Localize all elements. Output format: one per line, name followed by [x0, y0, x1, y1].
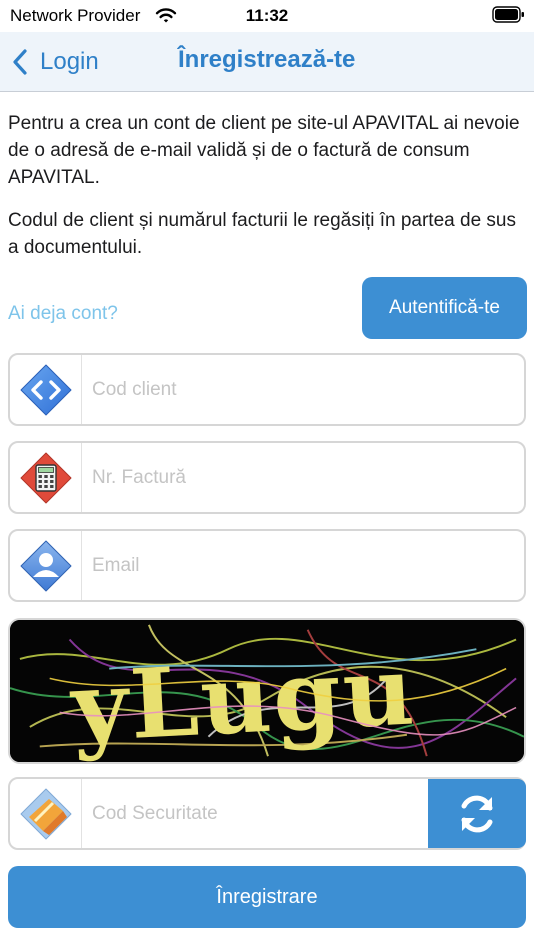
- already-have-account-text: Ai deja cont?: [8, 303, 118, 324]
- intro-paragraph: Pentru a crea un cont de client pe site-…: [8, 113, 520, 188]
- shield-icon: [20, 788, 72, 839]
- page-title: Înregistrează-te: [178, 46, 356, 73]
- field-divider: [81, 443, 82, 512]
- field-divider: [81, 531, 82, 600]
- captcha-image: yLugu: [8, 618, 526, 764]
- field-divider: [81, 779, 82, 848]
- refresh-icon: [461, 795, 493, 832]
- security-code-field: [8, 777, 526, 850]
- client-code-input[interactable]: [92, 355, 512, 424]
- email-field: [8, 529, 526, 602]
- login-button[interactable]: Autentifică-te: [362, 277, 527, 339]
- back-button-label: Login: [40, 48, 99, 75]
- navigation-bar: Login Înregistrează-te: [0, 32, 534, 92]
- invoice-number-input[interactable]: [92, 443, 512, 512]
- back-button[interactable]: Login: [10, 42, 99, 82]
- calculator-icon: [20, 452, 72, 503]
- email-input[interactable]: [92, 531, 512, 600]
- intro-paragraph-2: Codul de client și numărul facturii le r…: [8, 210, 516, 258]
- field-divider: [81, 355, 82, 424]
- user-icon: [20, 540, 72, 591]
- captcha-text: yLugu: [67, 634, 419, 762]
- code-icon: [20, 364, 72, 415]
- refresh-captcha-button[interactable]: [428, 779, 526, 848]
- security-code-input[interactable]: [92, 779, 422, 848]
- chevron-left-icon: [13, 49, 27, 75]
- battery-icon: [492, 6, 524, 23]
- register-button[interactable]: Înregistrare: [8, 866, 526, 928]
- clock: 11:32: [245, 6, 289, 25]
- invoice-number-field: [8, 441, 526, 514]
- client-code-field: [8, 353, 526, 426]
- status-bar: Network Provider 11:32: [0, 0, 534, 32]
